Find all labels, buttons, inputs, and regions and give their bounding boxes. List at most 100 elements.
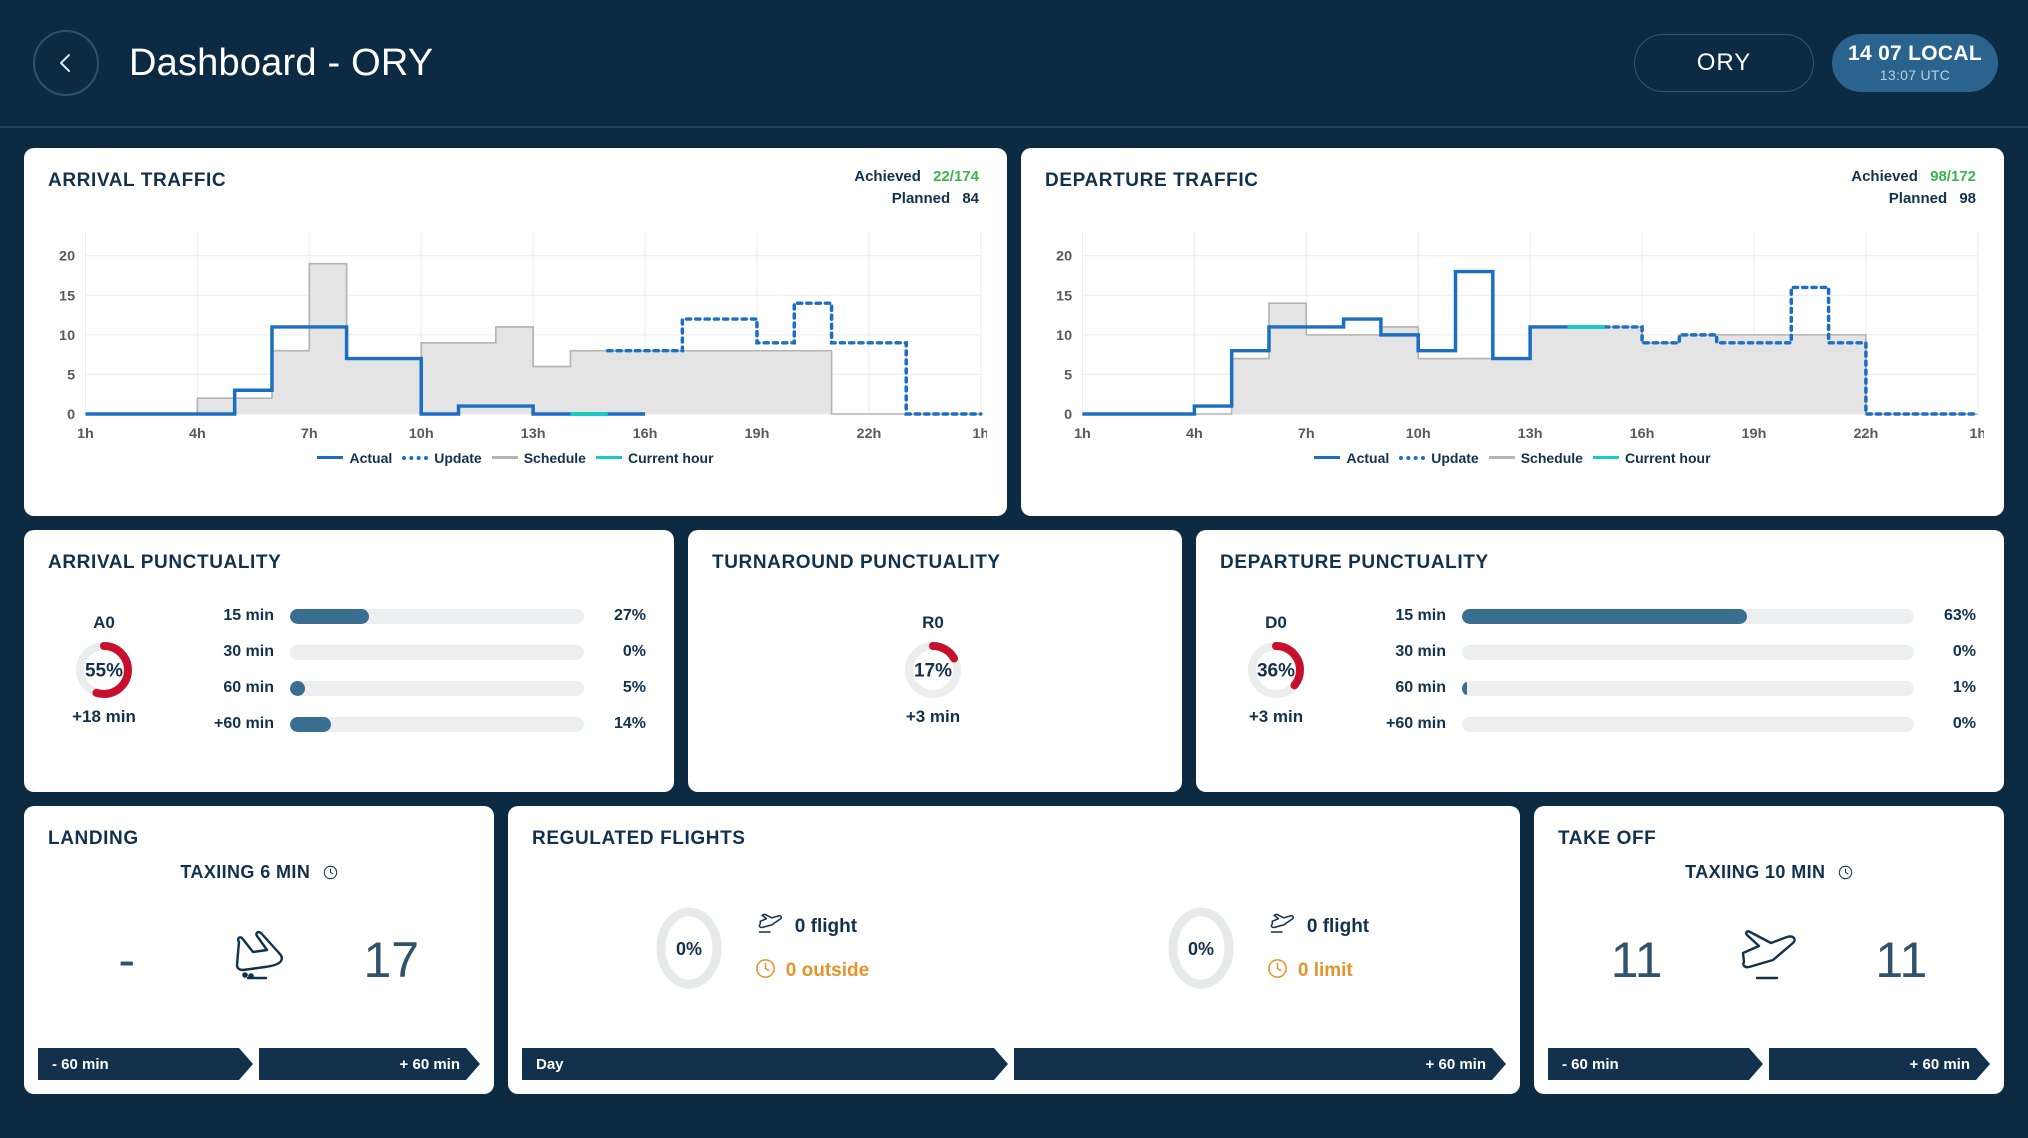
regulated-limit-flights: 0 flight: [1267, 912, 1369, 942]
svg-text:20: 20: [59, 248, 75, 264]
arrival-punctuality-card: ARRIVAL PUNCTUALITY A0 55% +18 min 15 mi…: [24, 530, 674, 792]
punctuality-bar-row: 30 min 0%: [200, 634, 646, 670]
legend-label-update: Update: [1431, 449, 1479, 466]
arrival-traffic-title: ARRIVAL TRAFFIC: [48, 170, 227, 191]
arrival-gauge-delay: +18 min: [72, 707, 136, 726]
departure-gauge: D0 36% +3 min: [1220, 613, 1332, 727]
svg-text:22h: 22h: [1853, 426, 1878, 442]
svg-text:16h: 16h: [633, 426, 658, 442]
punctuality-bar-track: [290, 716, 584, 732]
legend-item-update: Update: [402, 450, 482, 466]
svg-text:13h: 13h: [521, 426, 546, 442]
legend-item-current-hour: Current hour: [595, 449, 714, 466]
traffic-row: ARRIVAL TRAFFIC Achieved 22/174 Planned …: [24, 148, 2004, 516]
departure-gauge-dial: 36%: [1248, 642, 1304, 698]
legend-label-actual: Actual: [349, 449, 393, 466]
svg-text:55%: 55%: [85, 661, 123, 682]
landing-card: LANDING TAXIING 6 MIN - 17 - 60 min + 60…: [24, 806, 494, 1094]
legend-label-current-hour: Current hour: [1624, 449, 1711, 466]
departure-traffic-chart[interactable]: 0 5 10 15 20 1h 4h 7h 10h 13h 16h 19h 22h 1h: [1021, 210, 2004, 448]
svg-text:1h: 1h: [972, 426, 987, 442]
take-off-footer: - 60 min + 60 min: [1548, 1048, 1990, 1080]
punctuality-bar-row: 60 min 1%: [1372, 670, 1976, 706]
landing-taxiing: TAXIING 6 MIN: [24, 862, 494, 885]
punctuality-bar-row: +60 min 0%: [1372, 706, 1976, 742]
svg-text:7h: 7h: [301, 426, 318, 442]
take-off-title: TAKE OFF: [1558, 828, 1657, 849]
svg-text:5: 5: [67, 367, 75, 383]
departure-traffic-kpi: Achieved 98/172 Planned 98: [1851, 148, 2004, 210]
punctuality-bar-percent: 14%: [613, 715, 646, 732]
punctuality-bar-track: [1462, 716, 1914, 732]
time-display[interactable]: 14 07 LOCAL 13:07 UTC: [1831, 34, 1998, 92]
take-off-card: TAKE OFF TAXIING 10 MIN 11 11 - 60 min +…: [1534, 806, 2004, 1094]
punctuality-bar-label: 15 min: [1395, 607, 1446, 624]
punctuality-bar-track: [290, 680, 584, 696]
legend-swatch-actual: [317, 456, 344, 459]
regulated-footer-plus-60[interactable]: + 60 min: [1014, 1048, 1506, 1080]
legend-swatch-schedule: [491, 456, 518, 459]
landing-taxiing-label: TAXIING 6 MIN: [180, 862, 311, 882]
legend-swatch-schedule: [1488, 456, 1515, 459]
clock-icon: [323, 864, 338, 884]
regulated-footer-day[interactable]: Day: [522, 1048, 1008, 1080]
app-header: Dashboard - ORY ORY 14 07 LOCAL 13:07 UT…: [0, 0, 2028, 128]
back-button[interactable]: [33, 30, 99, 96]
punctuality-bar-track: [1462, 644, 1914, 660]
punctuality-bar-track: [290, 608, 584, 624]
legend-item-schedule: Schedule: [1488, 449, 1583, 466]
take-off-taxiing-label: TAXIING 10 MIN: [1685, 862, 1826, 882]
regulated-flights-body: 0% 0 flight 0 outside 0% 0 flight 0 limi…: [508, 850, 1520, 1046]
svg-text:5: 5: [1064, 367, 1072, 383]
landing-footer-plus-60[interactable]: + 60 min: [259, 1048, 480, 1080]
punctuality-bar-label: +60 min: [1385, 715, 1446, 732]
punctuality-bar-row: +60 min 14%: [200, 706, 646, 742]
svg-text:22h: 22h: [856, 426, 881, 442]
punctuality-bar-fill: [1462, 680, 1468, 696]
arrival-traffic-chart[interactable]: 0 5 10 15 20 1h 4h 7h 10h 13h 16h 19h 22h 1h: [24, 210, 1007, 448]
punctuality-bar-percent: 5%: [622, 679, 646, 696]
svg-text:7h: 7h: [1298, 426, 1315, 442]
take-off-footer-plus-60[interactable]: + 60 min: [1769, 1048, 1990, 1080]
departure-traffic-legend: Actual Update Schedule Current hour: [1021, 450, 2004, 466]
punctuality-bar-fill: [1462, 608, 1747, 624]
svg-text:36%: 36%: [1257, 661, 1295, 682]
regulated-donut-outside-label: 0%: [676, 939, 702, 959]
punctuality-bar-percent: 0%: [1952, 643, 1976, 660]
header-controls: ORY 14 07 LOCAL 13:07 UTC: [1633, 34, 1998, 92]
svg-text:1h: 1h: [1969, 426, 1984, 442]
departure-gauge-code: D0: [1265, 613, 1287, 632]
regulated-limit-alert: 0 limit: [1267, 958, 1369, 985]
punctuality-bar-fill: [290, 680, 305, 696]
landing-footer-minus-60[interactable]: - 60 min: [38, 1048, 253, 1080]
chevron-left-icon: [55, 52, 77, 74]
svg-text:16h: 16h: [1630, 426, 1655, 442]
departure-planned-value: 98: [1959, 189, 1976, 207]
legend-swatch-update: [402, 455, 429, 460]
landing-left-value: -: [118, 932, 135, 988]
punctuality-bar-percent: 0%: [1952, 715, 1976, 732]
take-off-footer-minus-60[interactable]: - 60 min: [1548, 1048, 1763, 1080]
departure-traffic-card: DEPARTURE TRAFFIC Achieved 98/172 Planne…: [1021, 148, 2004, 516]
regulated-flights-footer: Day + 60 min: [522, 1048, 1506, 1080]
legend-item-actual: Actual: [317, 450, 392, 466]
departure-punctuality-card: DEPARTURE PUNCTUALITY D0 36% +3 min 15 m…: [1196, 530, 2004, 792]
plane-landing-icon: [217, 926, 301, 995]
arrival-achieved-label: Achieved: [854, 168, 921, 185]
svg-text:19h: 19h: [745, 426, 770, 442]
turnaround-gauge-dial: 17%: [905, 642, 961, 698]
regulated-outside-alert: 0 outside: [755, 958, 869, 985]
legend-label-schedule: Schedule: [1520, 449, 1583, 466]
svg-text:4h: 4h: [189, 426, 206, 442]
punctuality-bar-label: +60 min: [213, 715, 274, 732]
arrival-gauge-code: A0: [93, 613, 115, 632]
svg-text:1h: 1h: [1074, 426, 1091, 442]
departure-planned-label: Planned: [1888, 189, 1948, 207]
turnaround-punctuality-card: TURNAROUND PUNCTUALITY R0 17% +3 min: [688, 530, 1182, 792]
punctuality-bar-label: 15 min: [223, 607, 274, 624]
legend-swatch-current-hour: [1592, 456, 1619, 459]
airport-selector[interactable]: ORY: [1633, 34, 1814, 92]
clock-icon: [1267, 958, 1288, 985]
departure-achieved-label: Achieved: [1851, 168, 1918, 185]
legend-label-current-hour: Current hour: [627, 449, 714, 466]
